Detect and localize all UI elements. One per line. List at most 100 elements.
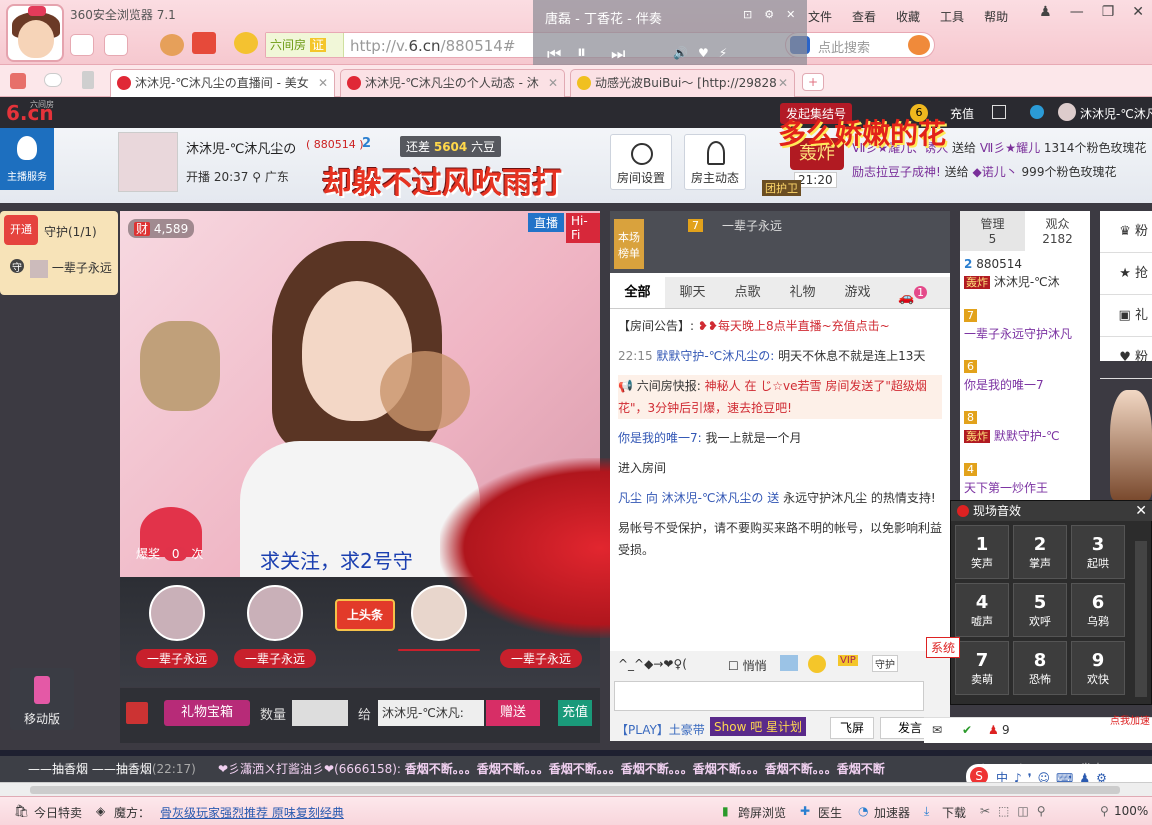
hifi-tag[interactable]: Hi-Fi xyxy=(566,213,600,243)
room-settings-button[interactable]: 房间设置 xyxy=(610,134,672,190)
tab-viewers[interactable]: 观众 2182 xyxy=(1025,211,1090,251)
menu-view[interactable]: 查看 xyxy=(852,8,876,25)
menu-favorites[interactable]: 收藏 xyxy=(896,8,920,25)
status-tools-icons[interactable]: ✂⬚◫⚲ xyxy=(980,804,1054,818)
no-gift-icon[interactable] xyxy=(126,702,148,724)
today-deal-icon[interactable]: 🛍 xyxy=(14,804,29,818)
close-tab-icon[interactable]: ✕ xyxy=(778,70,788,96)
user-avatar[interactable] xyxy=(6,4,64,62)
send-gift-button[interactable]: 赠送 xyxy=(486,700,540,726)
sfx-scrollbar[interactable] xyxy=(1135,541,1147,697)
message-user[interactable]: 你是我的唯一7: xyxy=(618,431,702,445)
crown-fans-item[interactable]: ♛ 粉 xyxy=(1100,211,1152,253)
speedup-link[interactable]: 点我加速 xyxy=(1110,712,1150,727)
mobile-version-button[interactable]: 移动版 xyxy=(10,668,74,730)
emoji-text-select[interactable]: ^_^◆→❤♀( xyxy=(618,657,687,671)
prev-track-icon[interactable]: ⏮ xyxy=(547,44,561,64)
close-icon[interactable]: ✕ xyxy=(1135,501,1147,521)
open-guard-button[interactable]: 开通 xyxy=(4,215,38,245)
seat-slot[interactable]: 一辈子永远 xyxy=(234,585,316,668)
audience-row[interactable]: 7 一辈子永远守护沐凡 xyxy=(964,306,1088,343)
skin-icon[interactable]: ♟ xyxy=(1039,4,1052,20)
url-text[interactable]: http://v.6.cn/880514# xyxy=(350,37,515,55)
tab-game[interactable]: 游戏 xyxy=(830,277,885,308)
audience-row[interactable]: 8 轰炸 默默守护-℃ xyxy=(964,408,1088,446)
accelerator[interactable]: 加速器 xyxy=(874,804,910,821)
seat-slot[interactable]: 一辈子永远 xyxy=(136,585,218,668)
close-tab-icon[interactable]: ✕ xyxy=(548,70,558,96)
tab-song[interactable]: 点歌 xyxy=(720,277,775,308)
whisper-checkbox[interactable]: ☐ 悄悄 xyxy=(728,657,767,674)
gift-box-button[interactable]: 礼物宝箱 xyxy=(164,700,250,726)
restore-icon[interactable]: ❐ xyxy=(1102,4,1115,20)
host-dynamics-button[interactable]: 房主动态 xyxy=(684,134,746,190)
guard-member[interactable]: 一辈子永远 xyxy=(30,259,112,278)
sfx-happy-button[interactable]: 9 欢快 xyxy=(1071,641,1125,695)
refresh-icon[interactable] xyxy=(160,34,184,56)
sfx-hooray-button[interactable]: 5 欢呼 xyxy=(1013,583,1067,637)
session-top-list[interactable]: 本场榜单 xyxy=(614,219,644,269)
host-service-button[interactable]: 主播服务 xyxy=(0,128,54,190)
favorite-star-icon[interactable] xyxy=(234,32,258,54)
search-input[interactable]: 点此搜索 xyxy=(785,32,935,58)
cloud-icon[interactable] xyxy=(44,73,62,87)
guard-icon[interactable]: 守护 xyxy=(872,655,898,672)
vip-icon[interactable]: VIP xyxy=(838,655,858,666)
image-icon[interactable] xyxy=(780,655,798,671)
pause-icon[interactable]: ⏸ xyxy=(577,42,586,63)
verify-icon[interactable] xyxy=(1030,105,1044,119)
message-user[interactable]: 默默守护-℃沐凡尘の: xyxy=(656,349,774,363)
audience-row[interactable]: 4 天下第一炒作王 xyxy=(964,460,1088,497)
home-icon[interactable] xyxy=(192,32,216,54)
show-plan-banner[interactable]: Show 吧 星计划 xyxy=(710,717,807,736)
sfx-horror-button[interactable]: 8 恐怖 xyxy=(1013,641,1067,695)
menu-tools[interactable]: 工具 xyxy=(940,8,964,25)
search-icon[interactable] xyxy=(908,35,930,55)
bookmark-icon[interactable] xyxy=(10,73,26,89)
smiley-icon[interactable] xyxy=(808,655,826,673)
audience-row[interactable]: 2 880514 轰炸 沐沐児-℃沐 xyxy=(964,255,1088,292)
edit-icon[interactable] xyxy=(992,105,1006,119)
back-icon[interactable] xyxy=(70,34,94,56)
tab-gift[interactable]: 礼物 xyxy=(775,277,830,308)
host-name[interactable]: 沐沐児-℃沐凡尘の xyxy=(186,138,296,157)
close-window-icon[interactable]: ✕ xyxy=(1132,4,1144,20)
volume-icon[interactable]: 🔊♥⚡ xyxy=(673,46,737,60)
sfx-laugh-button[interactable]: 1 笑声 xyxy=(955,525,1009,579)
grab-item[interactable]: ★ 抢 xyxy=(1100,253,1152,295)
top-user[interactable]: 一辈子永远 xyxy=(722,217,782,234)
new-tab-button[interactable]: + xyxy=(802,73,824,91)
tab-chat[interactable]: 聊天 xyxy=(665,277,720,308)
announcement-text[interactable]: ❥❥每天晚上8点半直播~充值点击~ xyxy=(698,319,890,333)
current-user-name[interactable]: 沐沐児-℃沐凡 xyxy=(1080,105,1152,122)
mofang-link[interactable]: 骨灰级玩家强烈推荐 原味复刻经典 xyxy=(160,804,344,821)
music-player[interactable]: 唐磊 - 丁香花 - 伴奏 ⊡⚙✕ ⏮ ⏸ ⏭ 🔊♥⚡ xyxy=(533,0,807,72)
sfx-cheer-crowd-button[interactable]: 3 起哄 xyxy=(1071,525,1125,579)
cross-screen[interactable]: 跨屏浏览 xyxy=(738,804,786,821)
message-user[interactable]: 凡尘 向 沐沐児-℃沐凡尘の 送 xyxy=(618,491,779,505)
scrollbar-thumb[interactable] xyxy=(30,786,1120,794)
gift-item[interactable]: ▣ 礼 xyxy=(1100,295,1152,337)
headline-seat[interactable]: 上头条 xyxy=(324,585,406,631)
tab-personal-dynamics[interactable]: 沐沐児-℃沐凡尘の个人动态 - 沐 ✕ xyxy=(340,69,565,97)
chat-input[interactable] xyxy=(614,681,924,711)
mail-icon[interactable]: ✉ xyxy=(932,723,942,737)
recharge-link[interactable]: 充值 xyxy=(950,105,974,122)
menu-help[interactable]: 帮助 xyxy=(984,8,1008,25)
today-deal[interactable]: 今日特卖 xyxy=(34,804,82,821)
next-track-icon[interactable]: ⏭ xyxy=(611,44,625,64)
guard-team-badge[interactable]: 团护卫 xyxy=(762,180,801,196)
close-tab-icon[interactable]: ✕ xyxy=(318,70,328,96)
sfx-boo-button[interactable]: 4 嘘声 xyxy=(955,583,1009,637)
marquee-user[interactable]: ❤彡瀟洒ㄨ打酱油彡❤(6666158): xyxy=(218,762,401,776)
tab-buibui[interactable]: 动感光波BuiBui～ [http://29828 ✕ xyxy=(570,69,795,97)
system-tag[interactable]: 系统 xyxy=(926,637,961,658)
audience-row[interactable]: 6 你是我的唯一7 xyxy=(964,357,1088,394)
host-photo[interactable] xyxy=(118,132,178,192)
tab-admin[interactable]: 管理 5 xyxy=(960,211,1025,251)
tab-car[interactable]: 🚗 1 xyxy=(885,277,940,308)
zoom-level[interactable]: 100% xyxy=(1114,804,1148,818)
user-avatar-small[interactable] xyxy=(1058,103,1076,121)
sfx-cute-button[interactable]: 7 卖萌 xyxy=(955,641,1009,695)
tab-all[interactable]: 全部 xyxy=(610,277,665,308)
